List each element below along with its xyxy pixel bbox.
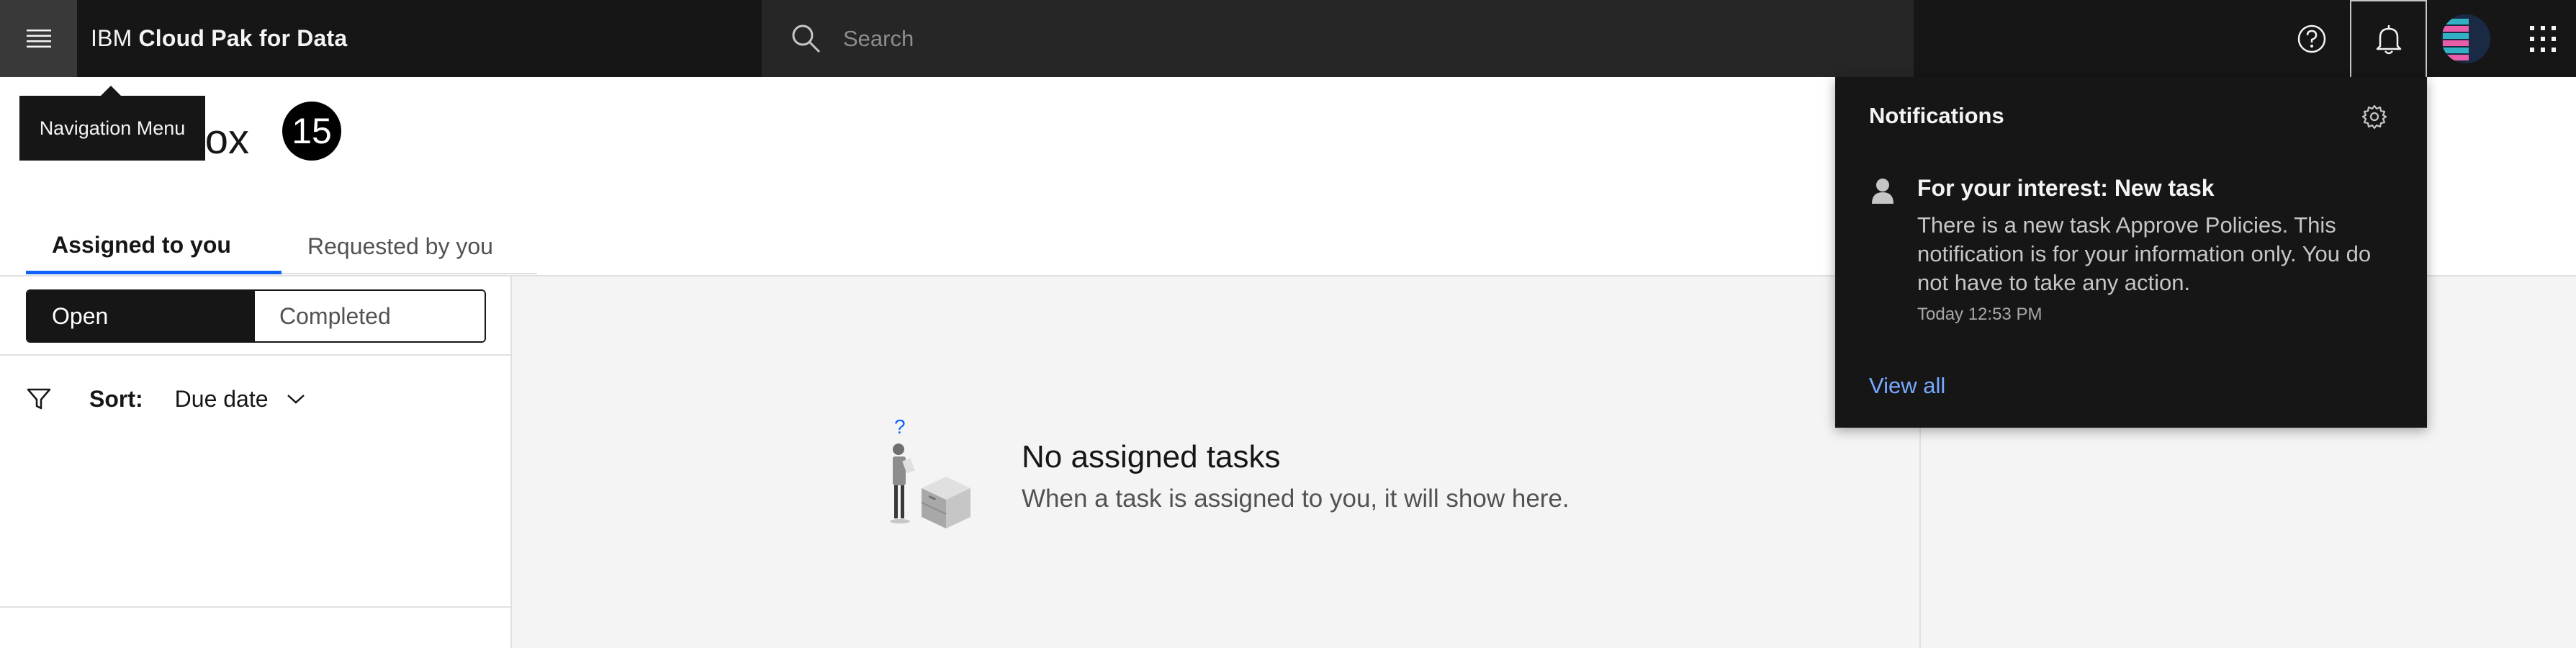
sort-row: Sort: Due date: [26, 377, 306, 420]
notification-title[interactable]: For your interest: New task: [1917, 175, 2215, 202]
notification-body: There is a new task Approve Policies. Th…: [1917, 212, 2372, 295]
app-switcher-button[interactable]: [2504, 0, 2576, 77]
brand-name: Cloud Pak for Data: [138, 25, 348, 51]
brand-prefix: IBM: [91, 25, 132, 51]
bell-icon: [2376, 24, 2401, 54]
view-all-link[interactable]: View all: [1869, 373, 1945, 399]
empty-state-title: No assigned tasks: [1022, 439, 1281, 474]
navigation-menu-tooltip: Navigation Menu: [19, 86, 205, 161]
search-icon: [792, 24, 821, 53]
sort-dropdown[interactable]: Due date: [175, 386, 269, 413]
notifications-button[interactable]: [2350, 0, 2427, 77]
app-switcher-icon: [2529, 25, 2556, 52]
chevron-down-icon[interactable]: [286, 392, 306, 405]
help-icon: [2297, 24, 2325, 53]
task-list-panel: Open Completed Sort: Due date: [0, 276, 512, 648]
divider: [0, 354, 510, 356]
notifications-title: Notifications: [1869, 103, 2004, 128]
tab-label: Assigned to you: [52, 232, 231, 258]
notification-timestamp: Today 12:53 PM: [1917, 305, 2043, 324]
open-label: Open: [52, 302, 109, 329]
hamburger-menu-icon: [26, 29, 51, 48]
search-input[interactable]: Search: [843, 0, 914, 77]
completed-label: Completed: [279, 302, 391, 329]
product-name[interactable]: IBM Cloud Pak for Data: [91, 0, 347, 77]
task-count-badge: 15: [282, 102, 341, 161]
tab-assigned-to-you[interactable]: Assigned to you: [26, 220, 282, 274]
divider: [0, 606, 510, 608]
sort-label: Sort:: [89, 385, 143, 412]
user-avatar-button[interactable]: [2427, 0, 2504, 77]
user-icon: [1872, 179, 1893, 204]
top-header: IBM Cloud Pak for Data Search: [0, 0, 2576, 77]
tab-label: Requested by you: [307, 233, 493, 259]
empty-state-subtitle: When a task is assigned to you, it will …: [1022, 485, 1570, 513]
help-button[interactable]: [2273, 0, 2350, 77]
settings-gear-icon[interactable]: [2361, 103, 2388, 130]
navigation-menu-button[interactable]: [0, 0, 77, 77]
svg-text:?: ?: [894, 416, 906, 438]
status-toggle: Open Completed: [26, 289, 486, 343]
notifications-panel: Notifications For your interest: New tas…: [1835, 77, 2427, 428]
tab-requested-by-you[interactable]: Requested by you: [282, 220, 537, 274]
open-toggle-button[interactable]: Open: [27, 291, 255, 341]
tooltip-text: Navigation Menu: [39, 117, 186, 139]
inbox-tabs: Assigned to you Requested by you: [26, 220, 537, 274]
search-bar[interactable]: Search: [762, 0, 1914, 77]
avatar: [2441, 14, 2490, 63]
completed-toggle-button[interactable]: Completed: [255, 291, 485, 341]
filter-icon[interactable]: [26, 386, 52, 412]
empty-state-illustration: ?: [890, 416, 970, 528]
